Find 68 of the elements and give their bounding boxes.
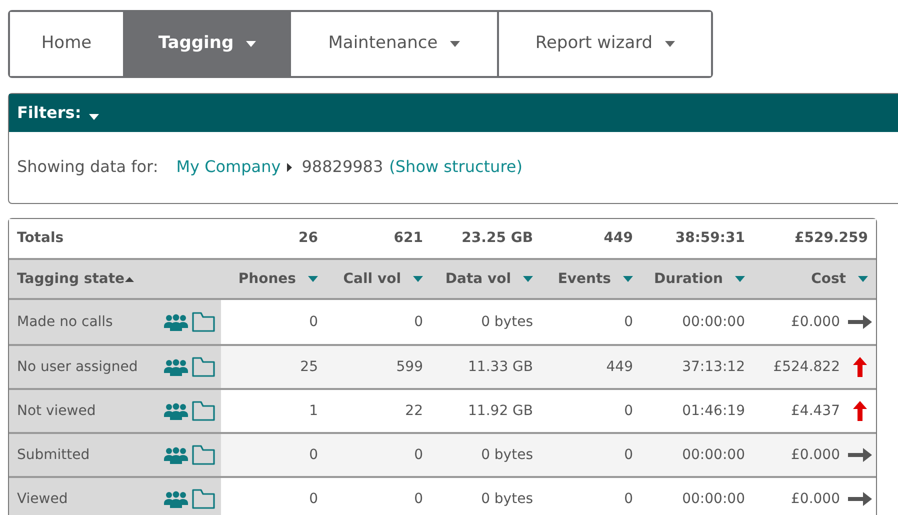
- account-number: 98829983: [302, 156, 384, 178]
- total-value: 621: [392, 229, 424, 248]
- table-cell-text: 1: [308, 402, 319, 420]
- total-value: 26: [298, 229, 319, 248]
- table-cell-text: 0: [623, 446, 634, 464]
- folder-icon: [192, 401, 215, 421]
- column-header[interactable]: Cost: [753, 268, 876, 290]
- table-cell-text: 25: [299, 358, 319, 376]
- cost-value: £4.437: [791, 402, 840, 420]
- caret-icon: [89, 114, 100, 120]
- total-value: 449: [602, 229, 634, 248]
- users-icon: [164, 314, 188, 330]
- totals-label: Totals: [16, 229, 65, 248]
- users-icon: [164, 358, 188, 376]
- filters-toggle[interactable]: Filters:: [9, 94, 898, 132]
- nav-tab[interactable]: Report wizard: [497, 12, 711, 76]
- table-cell-text: 599: [395, 358, 424, 376]
- caret-right-icon: [286, 162, 292, 172]
- table-cell-text: 00:00:00: [681, 446, 746, 464]
- state-label: No user assigned: [17, 358, 139, 376]
- state-label: Submitted: [17, 446, 91, 464]
- column-header[interactable]: Call vol: [326, 268, 431, 290]
- cost-value: £0.000: [791, 490, 840, 508]
- table-cell-text: 0: [413, 446, 424, 464]
- folder-icon: [192, 445, 215, 465]
- state-label: Not viewed: [17, 402, 97, 420]
- table-cell-text: 37:13:12: [681, 358, 746, 376]
- cost-value: £0.000: [791, 446, 840, 464]
- table-cell-text: 0 bytes: [480, 312, 534, 332]
- column-header[interactable]: Data vol: [431, 268, 541, 290]
- table-cell-text: 0: [308, 446, 319, 464]
- table-cell-text: 0: [623, 402, 634, 420]
- table-cell-text: 00:00:00: [681, 312, 746, 332]
- table-cell-text: 11.92 GB: [467, 402, 534, 420]
- column-header[interactable]: Events: [541, 268, 641, 290]
- showing-label: Showing data for:: [17, 156, 158, 178]
- users-icon: [164, 446, 188, 464]
- total-value: 23.25 GB: [460, 229, 534, 248]
- users-icon: [164, 402, 188, 420]
- cost-value: £0.000: [791, 312, 840, 332]
- nav-tab[interactable]: Tagging: [123, 12, 289, 76]
- folder-icon: [192, 489, 215, 509]
- column-header[interactable]: Duration: [641, 268, 753, 290]
- column-header[interactable]: Tagging state: [9, 268, 221, 290]
- table-cell-text: 11.33 GB: [467, 358, 534, 376]
- table-cell-text: 0 bytes: [480, 446, 534, 464]
- table-cell-text: 0: [308, 490, 319, 508]
- table-cell-text: 01:46:19: [681, 402, 746, 420]
- cost-value: £524.822: [773, 358, 840, 376]
- table-cell-text: 00:00:00: [681, 490, 746, 508]
- folder-icon: [192, 357, 215, 377]
- users-icon: [164, 490, 188, 508]
- table-cell-text: 0: [623, 312, 634, 332]
- company-link[interactable]: My Company: [176, 155, 281, 179]
- state-label: Made no calls: [17, 312, 114, 332]
- table-cell-text: 0: [413, 312, 424, 332]
- table-cell-text: 449: [605, 358, 634, 376]
- table-cell-text: 0: [413, 490, 424, 508]
- column-header[interactable]: Phones: [221, 268, 326, 290]
- table-cell-text: 0: [308, 312, 319, 332]
- table-cell-text: 0: [623, 490, 634, 508]
- folder-icon: [192, 312, 215, 332]
- state-label: Viewed: [17, 490, 69, 508]
- show-structure-link[interactable]: (Show structure): [389, 155, 523, 179]
- total-value: 38:59:31: [674, 229, 746, 248]
- table-cell-text: 22: [404, 402, 424, 420]
- total-value: £529.259: [793, 229, 869, 248]
- table-cell-text: 0 bytes: [480, 490, 534, 508]
